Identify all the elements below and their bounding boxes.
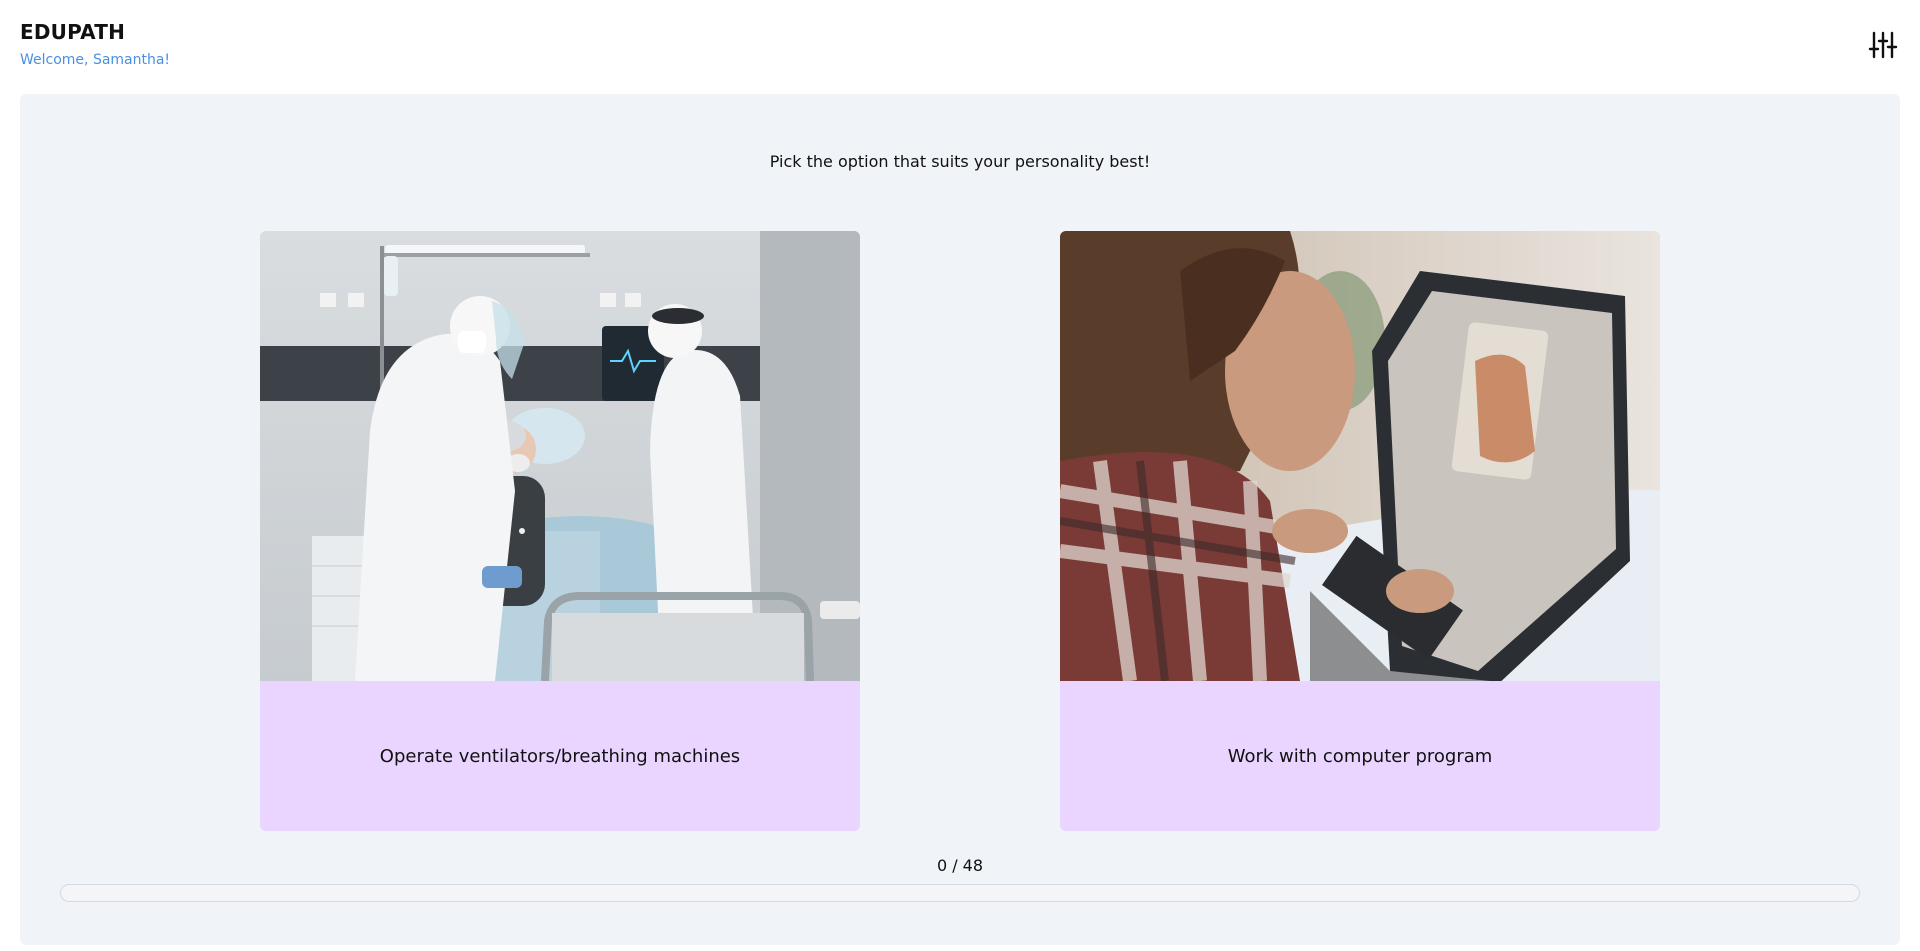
app-title: EDUPATH: [20, 20, 126, 44]
laptop-work-photo: [1060, 231, 1660, 681]
progress-counter: 0 / 48: [936, 856, 984, 875]
hospital-icu-photo: [260, 231, 860, 681]
option-label: Work with computer program: [1060, 681, 1660, 831]
option-card-ventilators[interactable]: Operate ventilators/breathing machines: [260, 231, 860, 831]
progress-bar: [60, 884, 1860, 902]
welcome-message: Welcome, Samantha!: [20, 52, 171, 68]
header: EDUPATH Welcome, Samantha!: [20, 20, 170, 68]
sliders-icon: [1868, 31, 1898, 59]
quiz-prompt: Pick the option that suits your personal…: [769, 152, 1151, 171]
option-card-computer[interactable]: Work with computer program: [1060, 231, 1660, 831]
option-label: Operate ventilators/breathing machines: [260, 681, 860, 831]
quiz-panel: Pick the option that suits your personal…: [20, 94, 1900, 945]
settings-button[interactable]: [1868, 30, 1898, 60]
